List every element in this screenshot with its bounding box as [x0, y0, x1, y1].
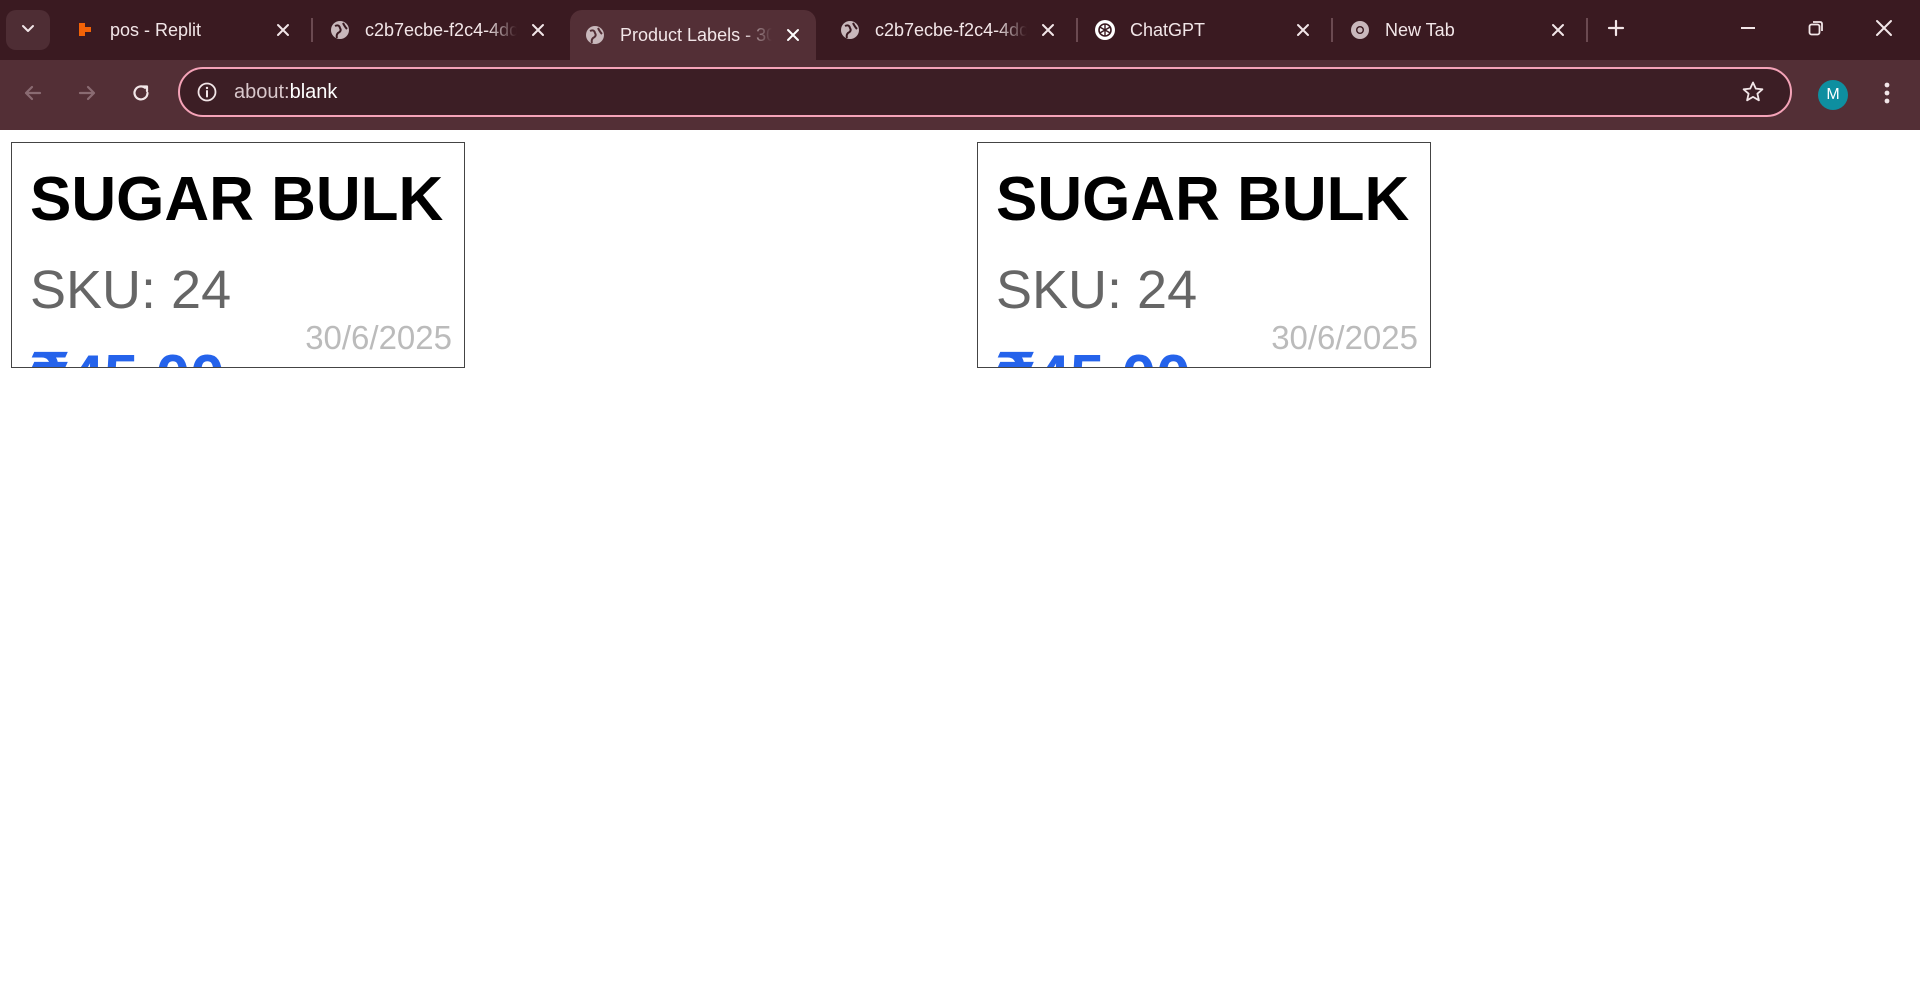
close-icon: [1875, 19, 1893, 42]
address-scheme: about:: [234, 80, 290, 103]
close-icon[interactable]: [527, 19, 549, 41]
tab-product-labels[interactable]: Product Labels - 30: [570, 10, 816, 60]
tab-title: pos - Replit: [110, 19, 202, 40]
globe-icon: [584, 24, 606, 46]
product-price: ₹45.00: [30, 347, 225, 368]
product-sku: SKU: 24: [30, 260, 232, 320]
info-icon[interactable]: [194, 79, 220, 105]
close-window-button[interactable]: [1866, 12, 1902, 48]
reload-icon: [130, 82, 152, 109]
tab-title: New Tab: [1385, 19, 1455, 40]
product-label: SUGAR BULK SKU: 24 30/6/2025 ₹45.00: [11, 142, 465, 368]
chatgpt-icon: [1094, 19, 1116, 41]
new-tab-button[interactable]: [1600, 14, 1632, 46]
close-icon[interactable]: [782, 24, 804, 46]
address-host: blank: [289, 80, 338, 103]
arrow-right-icon: [76, 82, 98, 109]
chevron-down-icon: [20, 20, 36, 41]
minimize-button[interactable]: [1730, 12, 1766, 48]
close-icon[interactable]: [1292, 19, 1314, 41]
label-date: 30/6/2025: [1271, 319, 1418, 356]
tab-search-button[interactable]: [6, 10, 50, 50]
tab-title: Product Labels - 30: [620, 24, 772, 45]
chrome-icon: [1349, 19, 1371, 41]
forward-button[interactable]: [70, 78, 104, 112]
address-bar[interactable]: about:blank: [178, 67, 1792, 117]
tab-separator: [1586, 18, 1588, 42]
tab-pos-replit[interactable]: pos - Replit: [60, 10, 306, 50]
tab-separator: [311, 18, 313, 42]
plus-icon: [1606, 18, 1626, 43]
address-text[interactable]: about:blank: [234, 81, 1738, 104]
close-icon[interactable]: [1547, 19, 1569, 41]
tab-title: ChatGPT: [1130, 19, 1206, 40]
browser-menu-button[interactable]: [1872, 78, 1902, 112]
globe-icon: [329, 19, 351, 41]
arrow-left-icon: [22, 82, 44, 109]
product-label: SUGAR BULK SKU: 24 30/6/2025 ₹45.00: [977, 142, 1431, 368]
restore-icon: [1807, 19, 1825, 42]
tab-strip: pos - Replit c2b7ecbe-f2c4-4dd Product L…: [0, 0, 1920, 60]
tab-c2b7ecbe[interactable]: c2b7ecbe-f2c4-4dd: [315, 10, 561, 50]
product-price: ₹45.00: [996, 347, 1191, 368]
bookmark-star-icon[interactable]: [1738, 77, 1768, 107]
tab-chatgpt[interactable]: ChatGPT: [1080, 10, 1326, 50]
product-sku: SKU: 24: [996, 260, 1198, 320]
close-icon[interactable]: [272, 19, 294, 41]
replit-icon: [74, 19, 96, 41]
more-vertical-icon: [1884, 82, 1890, 109]
minimize-icon: [1739, 19, 1757, 42]
product-name: SUGAR BULK: [30, 165, 444, 234]
restore-button[interactable]: [1798, 12, 1834, 48]
reload-button[interactable]: [124, 78, 158, 112]
tab-title: c2b7ecbe-f2c4-4dd: [365, 19, 517, 40]
globe-icon: [839, 19, 861, 41]
label-date: 30/6/2025: [305, 319, 452, 356]
tab-new-tab[interactable]: New Tab: [1335, 10, 1581, 50]
tab-separator: [1076, 18, 1078, 42]
tab-c2b7ecbe-2[interactable]: c2b7ecbe-f2c4-4dd: [825, 10, 1071, 50]
profile-avatar[interactable]: M: [1818, 80, 1848, 110]
tab-separator: [1331, 18, 1333, 42]
product-name: SUGAR BULK: [996, 165, 1410, 234]
back-button[interactable]: [16, 78, 50, 112]
close-icon[interactable]: [1037, 19, 1059, 41]
browser-toolbar: about:blank M: [0, 60, 1920, 130]
tab-title: c2b7ecbe-f2c4-4dd: [875, 19, 1027, 40]
